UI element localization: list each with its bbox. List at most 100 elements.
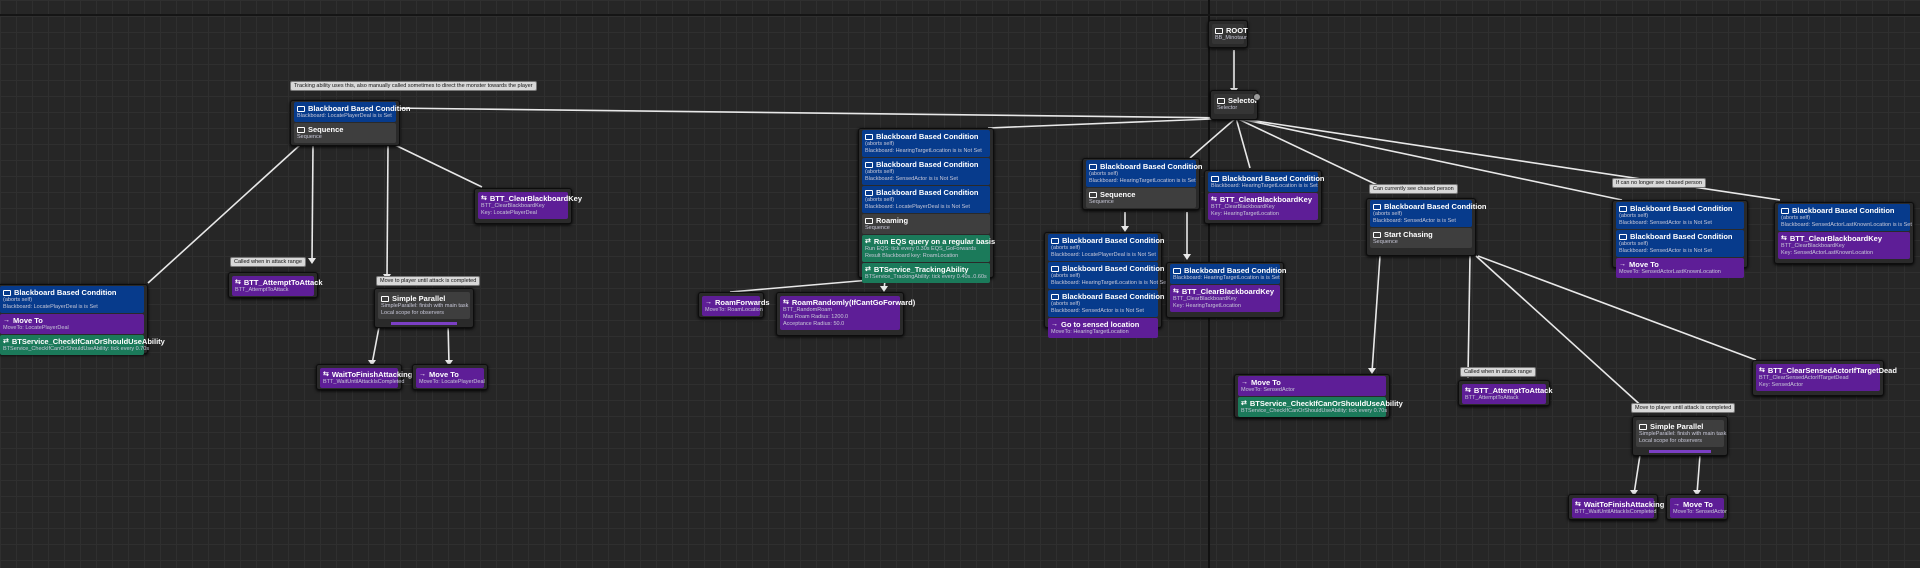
- sequence-title: Sequence: [1100, 190, 1136, 199]
- decorator-abort: (aborts self): [1051, 245, 1081, 251]
- blackboard-icon: [1051, 265, 1059, 272]
- root-sub: BB_Minotaur: [1215, 35, 1247, 41]
- selector-pin[interactable]: [1253, 93, 1261, 101]
- decorator-title: Blackboard Based Condition: [876, 132, 979, 141]
- moveto-icon: →: [1673, 501, 1680, 508]
- task-title: BTT_ClearBlackboardKey: [1181, 287, 1274, 296]
- blackboard-icon: [1051, 237, 1059, 244]
- decorator-abort: (aborts self): [865, 141, 895, 147]
- task-title: BTT_ClearSensedActorIfTargetDead: [1767, 366, 1897, 375]
- decorator-title: Blackboard Based Condition: [1222, 174, 1325, 183]
- task-sub: BTT_RandomRoam: [783, 307, 832, 313]
- task-sub: BTT_ClearSensedActorIfTargetDead: [1759, 375, 1849, 381]
- d-parallel-node[interactable]: Simple Parallel SimpleParallel: finish w…: [1632, 416, 1728, 456]
- a-clear-node[interactable]: ⇆ BTT_ClearBlackboardKey BTT_ClearBlackbo…: [474, 188, 582, 224]
- sequence-icon: [297, 126, 305, 133]
- a-parallel-node[interactable]: Simple Parallel SimpleParallel: finish w…: [374, 288, 474, 328]
- task-sub: MoveTo: LocatePlayerDeal: [419, 379, 485, 385]
- comment-called-a: Called when in attack range: [230, 257, 306, 267]
- decorator-title: Blackboard Based Condition: [308, 104, 411, 113]
- task-title: Go to sensed location: [1061, 320, 1140, 329]
- service-sub: BTService_TrackingAbility: tick every 0.…: [865, 274, 987, 280]
- decorator-sub: Blackboard: HearingTargetLocation is is …: [1211, 183, 1318, 189]
- moveto-icon: →: [705, 299, 712, 306]
- decorator-title: Blackboard Based Condition: [1100, 162, 1203, 171]
- d-moveto-node[interactable]: → Move To MoveTo: SensedActor ⇄ BTService_…: [1234, 374, 1403, 418]
- parallel-title: Simple Parallel: [1650, 422, 1704, 431]
- decorator-abort: (aborts self): [1619, 213, 1649, 219]
- c-clear2-node[interactable]: Blackboard Based Condition Blackboard: H…: [1166, 262, 1287, 318]
- task-title: Move To: [1629, 260, 1659, 269]
- root-icon: [1215, 27, 1223, 34]
- e-lost-node[interactable]: Blackboard Based Condition (aborts self)…: [1612, 200, 1748, 278]
- blackboard-icon: [3, 289, 11, 296]
- a-move2-node[interactable]: → Move To MoveTo: LocatePlayerDeal: [412, 364, 488, 390]
- task-sub: MoveTo: SensedActorLastKnownLocation: [1619, 269, 1721, 275]
- d-move2-node[interactable]: → Move To MoveTo: SensedActor: [1666, 494, 1728, 520]
- task-icon: ⇆: [1759, 367, 1765, 374]
- comment-chase: Can currently see chased person: [1369, 184, 1458, 194]
- service-sub: Run EQS: tick every 0.30s EQS_GoForwards: [865, 246, 976, 252]
- decorator-title: Blackboard Based Condition: [1062, 236, 1165, 245]
- d-attempt-node[interactable]: ⇆ BTT_AttemptToAttack BTT_AttemptToAttack: [1458, 380, 1553, 406]
- d-clearsensed-node[interactable]: ⇆ BTT_ClearSensedActorIfTargetDead BTT_Cl…: [1752, 360, 1897, 396]
- comment-move-a: Move to player until attack is completed: [376, 276, 481, 286]
- b-random-node[interactable]: ⇆ RoamRandomly(IfCantGoForward) BTT_Rando…: [776, 292, 915, 336]
- parallel-title: Simple Parallel: [392, 294, 446, 303]
- sequence-sub: Sequence: [1089, 199, 1114, 205]
- a-sequence-node[interactable]: Blackboard Based Condition Blackboard: L…: [290, 100, 411, 146]
- comment-tracking: Tracking ability uses this, also manuall…: [290, 81, 537, 91]
- decorator-sub: Blackboard: LocatePlayerDeal is is Set: [297, 113, 392, 119]
- c-clear-node[interactable]: Blackboard Based Condition Blackboard: H…: [1204, 170, 1325, 224]
- blackboard-icon: [865, 133, 873, 140]
- decorator-title: Blackboard Based Condition: [1792, 206, 1895, 215]
- decorator-title: Blackboard Based Condition: [1062, 292, 1165, 301]
- service-icon: ⇄: [3, 338, 9, 345]
- decorator-sub: Blackboard: HearingTargetLocation is is …: [1089, 178, 1196, 184]
- sequence-title: Start Chasing: [1384, 230, 1433, 239]
- task-sub: BTT_ClearBlackboardKey: [1211, 204, 1275, 210]
- d-chase-node[interactable]: Blackboard Based Condition (aborts self)…: [1366, 198, 1487, 256]
- decorator-sub: Blackboard: SensedActor is is Not Set: [865, 176, 958, 182]
- task-icon: ⇆: [783, 299, 789, 306]
- task-title: WaitToFinishAttacking: [331, 370, 413, 379]
- task-title: RoamForwards: [715, 298, 770, 307]
- d-wait-node[interactable]: ⇆ WaitToFinishAttacking BTT_WaitUntilAtta…: [1568, 494, 1664, 520]
- task-title: BTT_ClearBlackboardKey: [1789, 234, 1882, 243]
- root-node[interactable]: ROOT BB_Minotaur: [1208, 20, 1248, 48]
- decorator-abort: (aborts self): [1089, 171, 1119, 177]
- task-title: Move To: [1683, 500, 1713, 509]
- task-title: BTT_AttemptToAttack: [1473, 386, 1553, 395]
- selector-sub: Selector: [1217, 105, 1238, 111]
- blackboard-icon: [1619, 233, 1627, 240]
- decorator-sub: Blackboard: LocatePlayerDeal is is Set: [3, 304, 98, 310]
- task-sub: BTT_ClearBlackboardKey: [1781, 243, 1845, 249]
- service-result: Result Blackboard key: RoamLocation: [865, 253, 959, 259]
- task-title: WaitToFinishAttacking: [1583, 500, 1665, 509]
- task-icon: ⇆: [235, 279, 241, 286]
- task-icon: ⇆: [1211, 196, 1217, 203]
- a-moveto-node[interactable]: Blackboard Based Condition (aborts self)…: [0, 284, 165, 355]
- decorator-title: Blackboard Based Condition: [1630, 232, 1733, 241]
- decorator-sub: Blackboard: SensedActor is is Not Set: [1051, 308, 1144, 314]
- task-key: Key: SensedActorLastKnownLocation: [1781, 250, 1874, 256]
- task-title: Move To: [429, 370, 459, 379]
- a-attempt-node[interactable]: ⇆ BTT_AttemptToAttack BTT_AttemptToAttack: [228, 272, 323, 298]
- c-sequence-node[interactable]: Blackboard Based Condition (aborts self)…: [1082, 158, 1203, 210]
- task-sub: MoveTo: SensedActor: [1673, 509, 1727, 515]
- blackboard-icon: [865, 189, 873, 196]
- a-wait-node[interactable]: ⇆ WaitToFinishAttacking BTT_WaitUntilAtta…: [316, 364, 412, 390]
- b-roaming-node[interactable]: Blackboard Based Condition (aborts self)…: [858, 128, 996, 283]
- sequence-icon: [1373, 231, 1381, 238]
- f-clear-node[interactable]: Blackboard Based Condition (aborts self)…: [1774, 202, 1914, 264]
- selector-node[interactable]: Selector Selector: [1210, 90, 1261, 120]
- b-forwards-node[interactable]: → RoamForwards MoveTo: RoamLocation: [698, 292, 770, 318]
- task-key: Key: LocatePlayerDeal: [481, 210, 537, 216]
- decorator-abort: (aborts self): [1373, 211, 1403, 217]
- service-title: Run EQS query on a regular basis: [873, 237, 996, 246]
- decorator-sub: Blackboard: SensedActor is is Set: [1373, 218, 1456, 224]
- task-icon: ⇆: [323, 371, 329, 378]
- decorator-title: Blackboard Based Condition: [876, 188, 979, 197]
- c-goto-node[interactable]: Blackboard Based Condition (aborts self)…: [1044, 232, 1168, 338]
- decorator-abort: (aborts self): [1051, 273, 1081, 279]
